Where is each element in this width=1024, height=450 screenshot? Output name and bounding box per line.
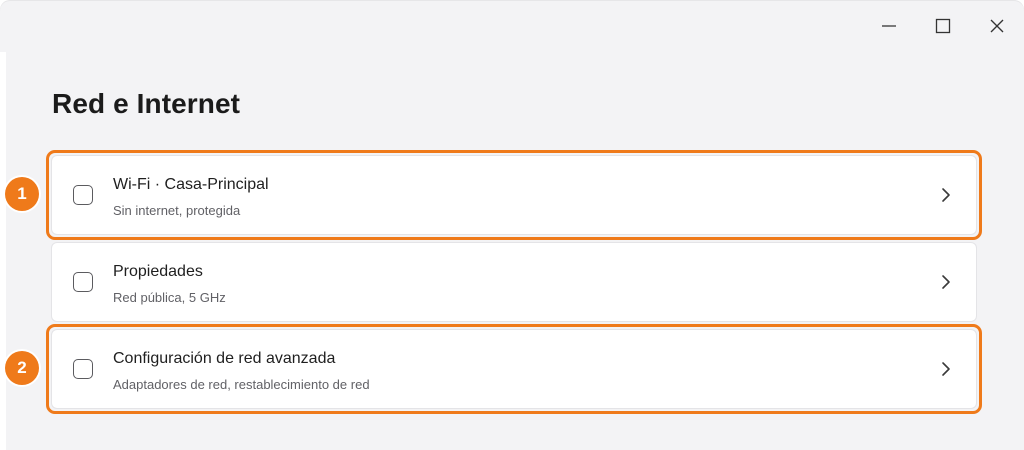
chevron-right-icon (942, 362, 950, 376)
settings-list: Wi-Fi · Casa-Principal Sin internet, pro… (46, 150, 982, 416)
checkbox-icon (73, 272, 93, 292)
minimize-icon (882, 25, 896, 27)
wifi-item-subtitle: Sin internet, protegida (113, 203, 241, 218)
title-bar (862, 0, 1024, 52)
close-icon (990, 19, 1004, 33)
chevron-right-icon (942, 275, 950, 289)
callout-badge-1: 1 (5, 177, 39, 211)
close-button[interactable] (970, 0, 1024, 52)
callout-badge-2: 2 (5, 351, 39, 385)
advanced-network-item-subtitle: Adaptadores de red, restablecimiento de … (113, 377, 370, 392)
sidebar-edge (0, 52, 6, 450)
checkbox-icon (73, 359, 93, 379)
wifi-item-title: Wi-Fi · Casa-Principal (113, 176, 269, 193)
minimize-button[interactable] (862, 0, 916, 52)
advanced-network-item[interactable]: Configuración de red avanzada Adaptadore… (46, 324, 982, 414)
properties-item-subtitle: Red pública, 5 GHz (113, 290, 226, 305)
properties-item[interactable]: Propiedades Red pública, 5 GHz (51, 242, 977, 322)
advanced-network-item-title: Configuración de red avanzada (113, 350, 336, 367)
chevron-right-icon (942, 188, 950, 202)
settings-window: Red e Internet Wi-Fi · Casa-Principal Si… (0, 0, 1024, 450)
maximize-icon (935, 18, 951, 34)
maximize-button[interactable] (916, 0, 970, 52)
checkbox-icon (73, 185, 93, 205)
wifi-item[interactable]: Wi-Fi · Casa-Principal Sin internet, pro… (46, 150, 982, 240)
properties-item-title: Propiedades (113, 263, 203, 280)
page-title: Red e Internet (52, 88, 241, 119)
